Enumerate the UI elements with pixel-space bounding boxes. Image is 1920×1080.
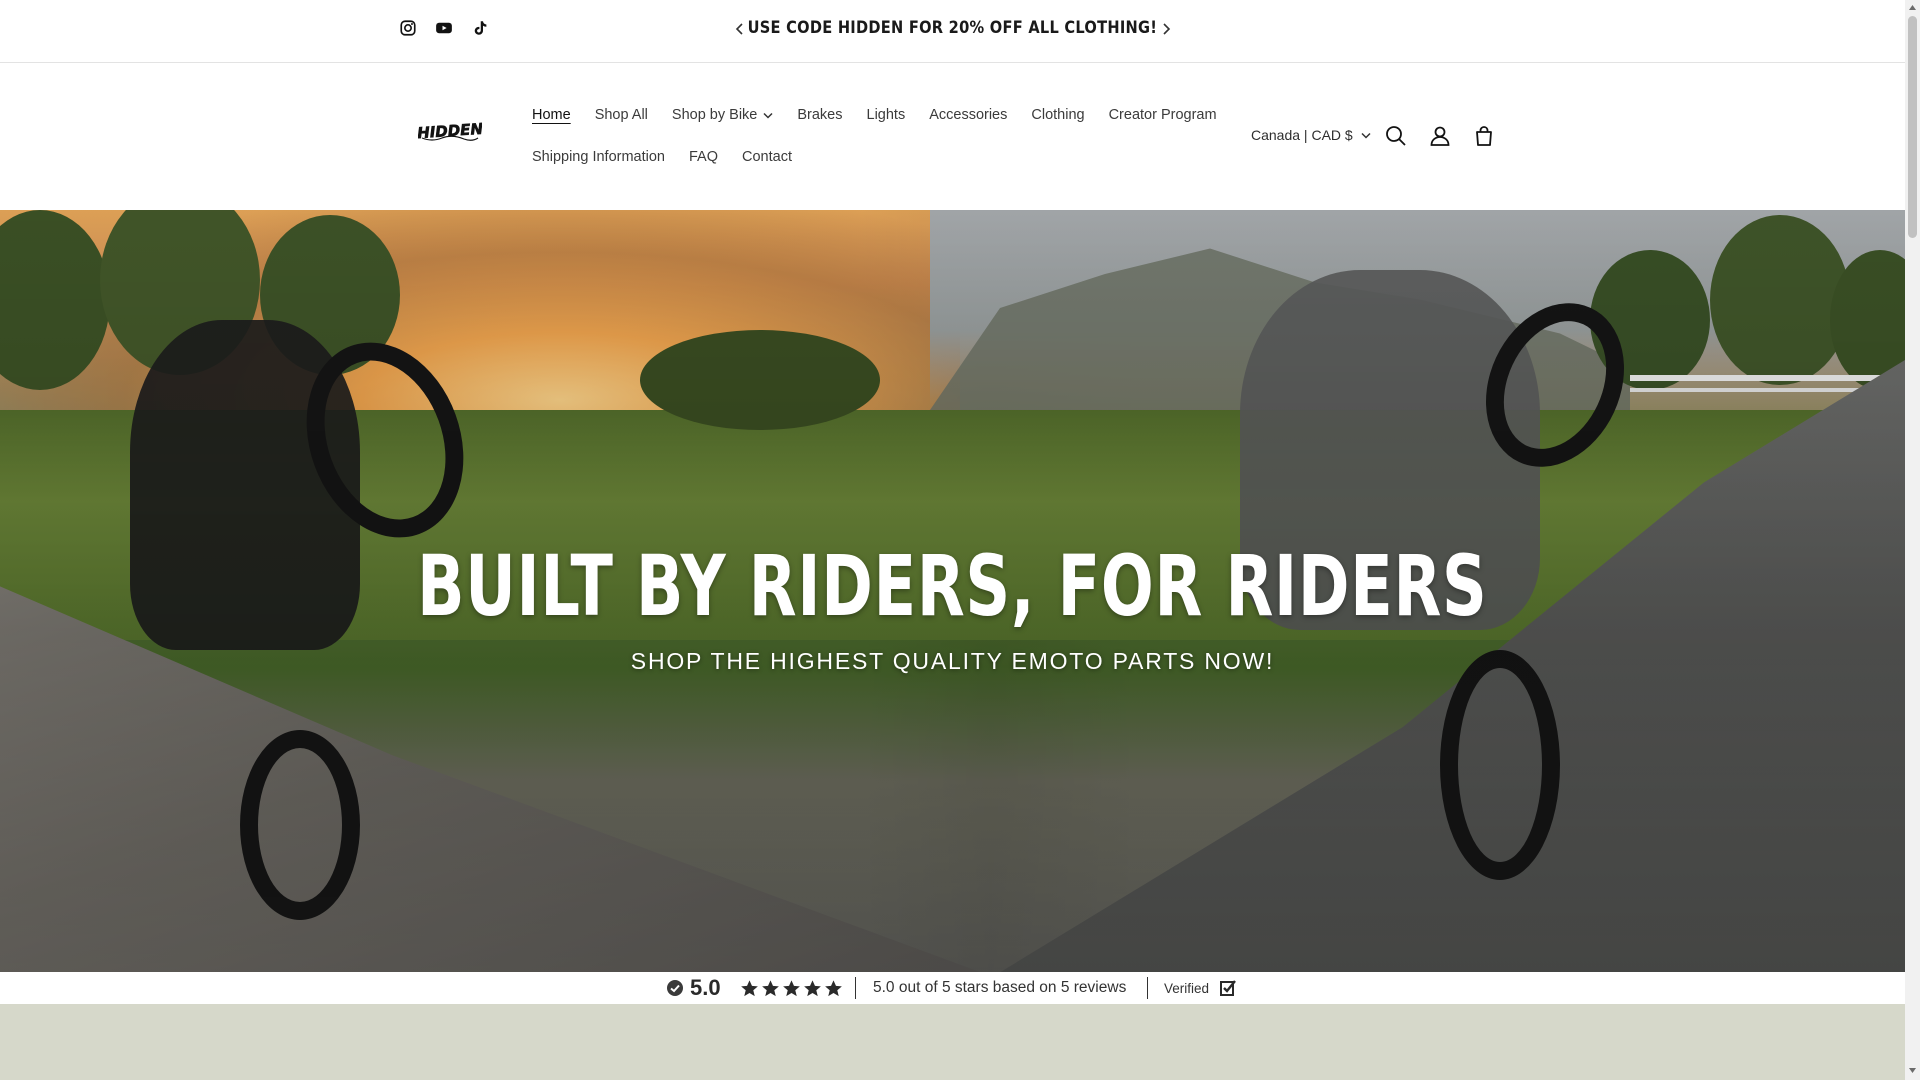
scroll-down-arrow-icon[interactable]	[1908, 1066, 1917, 1075]
nav-contact[interactable]: Contact	[742, 149, 792, 165]
reviews-bar[interactable]: 5.0 5.0 out of 5 stars based on 5 review…	[0, 972, 1905, 1004]
hero-banner[interactable]: BUILT BY RIDERS, FOR RIDERS SHOP THE HIG…	[0, 210, 1905, 972]
nav-home[interactable]: Home	[532, 107, 571, 123]
divider	[1147, 977, 1148, 999]
country-currency-selector[interactable]: Canada | CAD $	[1251, 127, 1371, 143]
verified-checkbox-icon	[1220, 980, 1236, 996]
hero-subtitle: SHOP THE HIGHEST QUALITY EMOTO PARTS NOW…	[630, 648, 1275, 674]
nav-shop-all[interactable]: Shop All	[595, 107, 648, 123]
region-label: Canada | CAD $	[1251, 127, 1353, 143]
page-scrollbar[interactable]	[1905, 0, 1920, 1080]
svg-text:HIDDEN: HIDDEN	[418, 120, 482, 143]
star-icon	[825, 979, 842, 996]
review-score: 5.0	[690, 975, 721, 1000]
star-icon	[741, 979, 758, 996]
nav-creator-program[interactable]: Creator Program	[1109, 107, 1217, 123]
nav-brakes[interactable]: Brakes	[797, 107, 842, 123]
scroll-up-arrow-icon[interactable]	[1908, 3, 1917, 12]
verified-badge: Verified	[1164, 972, 1237, 1004]
nav-shop-by-bike[interactable]: Shop by Bike	[672, 107, 773, 123]
announcement-text: USE CODE HIDDEN FOR 20% OFF ALL CLOTHING…	[747, 18, 1158, 38]
announcement-next-arrow[interactable]	[1159, 22, 1173, 36]
nav-faq[interactable]: FAQ	[689, 149, 718, 165]
hero-title: BUILT BY RIDERS, FOR RIDERS	[417, 537, 1488, 635]
next-section	[0, 1004, 1905, 1080]
verified-check-icon	[667, 980, 683, 996]
nav-clothing[interactable]: Clothing	[1031, 107, 1084, 123]
page: USE CODE HIDDEN FOR 20% OFF ALL CLOTHING…	[0, 0, 1920, 1080]
chevron-down-icon	[763, 112, 773, 119]
announcement-bar: USE CODE HIDDEN FOR 20% OFF ALL CLOTHING…	[0, 0, 1905, 63]
star-icon	[783, 979, 800, 996]
nav-lights[interactable]: Lights	[867, 107, 906, 123]
cart-icon[interactable]	[1471, 123, 1497, 149]
primary-nav: Home Shop All Shop by Bike Brakes Lights…	[532, 107, 1217, 123]
star-icon	[804, 979, 821, 996]
review-stars	[740, 972, 843, 1004]
hidden-logo[interactable]: HIDDEN	[418, 116, 482, 144]
search-icon[interactable]	[1383, 123, 1409, 149]
star-icon	[762, 979, 779, 996]
chevron-down-icon	[1361, 132, 1371, 139]
divider	[855, 977, 856, 999]
secondary-nav: Shipping Information FAQ Contact	[532, 149, 792, 165]
scrollbar-thumb[interactable]	[1908, 16, 1917, 238]
nav-accessories[interactable]: Accessories	[929, 107, 1007, 123]
site-header: HIDDEN Home Shop All Shop by Bike Brakes…	[0, 64, 1905, 210]
account-icon[interactable]	[1427, 123, 1453, 149]
review-summary: 5.0 out of 5 stars based on 5 reviews	[873, 979, 1127, 996]
verified-label: Verified	[1164, 980, 1210, 996]
nav-shipping-information[interactable]: Shipping Information	[532, 149, 665, 165]
